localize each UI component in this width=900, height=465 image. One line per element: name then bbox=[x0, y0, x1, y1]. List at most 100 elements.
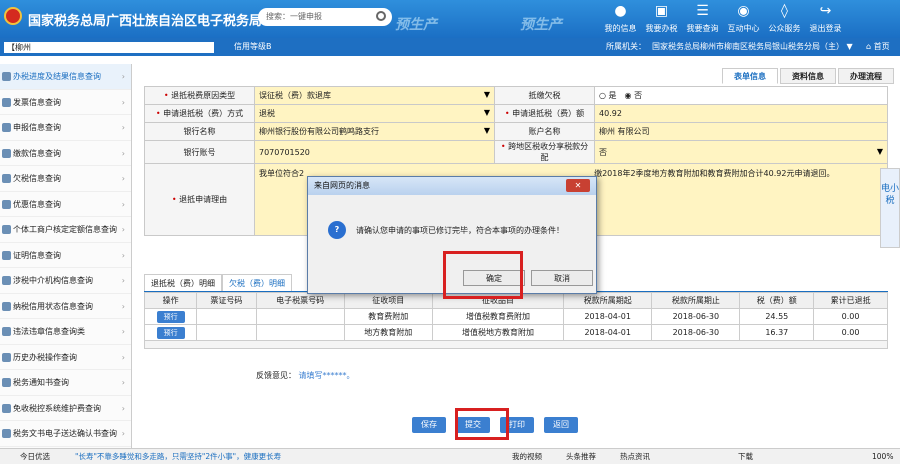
chevron-right-icon: › bbox=[121, 352, 125, 362]
dropdown-arrow-icon: ▼ bbox=[483, 126, 490, 135]
top-header: 国家税务总局广西壮族自治区电子税务局 预生产 预生产 搜索：一键申报 ● 我的信息… bbox=[0, 0, 900, 38]
emblem-icon bbox=[4, 7, 22, 25]
search-icon[interactable] bbox=[376, 11, 386, 21]
close-icon[interactable]: ✕ bbox=[566, 179, 590, 192]
chat-icon: ◉ bbox=[737, 3, 750, 19]
nav-do-tax[interactable]: ▣ 我要办税 bbox=[641, 0, 682, 38]
sidebar-item-fee-exempt[interactable]: 免收税控系统维护费查询 › bbox=[0, 396, 131, 421]
dropdown-arrow-icon: ▼ bbox=[483, 90, 490, 99]
sidebar-item-individual[interactable]: 个体工商户核定定额信息查询 › bbox=[0, 217, 131, 243]
doc-icon bbox=[2, 276, 11, 285]
sidebar-item-preferential[interactable]: 优惠信息查询 › bbox=[0, 192, 131, 217]
amount-field[interactable]: 40.92 bbox=[594, 104, 888, 123]
user-icon: ● bbox=[614, 3, 627, 19]
watermark: 预生产 bbox=[520, 17, 562, 33]
row-action-button[interactable]: 预行 bbox=[156, 326, 185, 339]
offset-radio-group[interactable]: ○ 是 ◉ 否 bbox=[594, 86, 888, 105]
sidebar-item-certificate[interactable]: 证明信息查询 › bbox=[0, 243, 131, 268]
chevron-right-icon: › bbox=[121, 72, 125, 81]
nav-public-service[interactable]: ◊ 公众服务 bbox=[764, 0, 805, 38]
table-row: 预行 教育费附加 增值税教育费附加 2018-04-01 2018-06-30 … bbox=[143, 308, 888, 325]
bank-select[interactable]: 柳州银行股份有限公司鹤鸣路支行 ▼ bbox=[254, 122, 495, 141]
search-input[interactable]: 搜索：一键申报 bbox=[258, 8, 392, 26]
site-title: 国家税务总局广西壮族自治区电子税务局 bbox=[28, 14, 263, 29]
amount-label: • 申请退抵税（费）额 bbox=[494, 104, 595, 123]
dropdown-arrow-icon: ▼ bbox=[483, 108, 490, 117]
chevron-right-icon: › bbox=[121, 276, 125, 285]
save-button[interactable]: 保存 bbox=[412, 417, 446, 433]
tab-materials[interactable]: 资料信息 bbox=[780, 68, 836, 84]
watermark: 预生产 bbox=[395, 17, 437, 33]
sidebar-item-credit[interactable]: 纳税信用状态信息查询 › bbox=[0, 294, 131, 319]
reason-label: • 退抵税费原因类型 bbox=[144, 86, 255, 105]
sidebar-item-notice[interactable]: 税务通知书查询 › bbox=[0, 370, 131, 396]
nav-query[interactable]: ☰ 我要查询 bbox=[682, 0, 723, 38]
sub-header: 【柳州 信用等级B 所属机关： 国家税务总局柳州市柳南区税务局银山税务分局（主）… bbox=[0, 38, 900, 56]
sidebar-item-invoice[interactable]: 发票信息查询 › bbox=[0, 90, 131, 115]
tab-arrears-detail[interactable]: 欠税（费）明细 bbox=[222, 274, 292, 291]
horizontal-scrollbar[interactable] bbox=[144, 341, 888, 349]
sidebar-item-payment[interactable]: 缴款信息查询 › bbox=[0, 141, 131, 166]
org-select[interactable]: 国家税务总局柳州市柳南区税务局银山税务分局（主） ▼ bbox=[652, 38, 853, 56]
chevron-right-icon: › bbox=[121, 327, 125, 336]
news-ticker[interactable]: "长寿"不靠多睡觉和多走路，只需坚持"2件小事"，健康更长寿 bbox=[75, 449, 281, 465]
table-row: 预行 地方教育附加 增值税地方教育附加 2018-04-01 2018-06-3… bbox=[143, 324, 888, 341]
sidebar-item-arrears[interactable]: 欠税信息查询 › bbox=[0, 166, 131, 192]
chevron-right-icon: › bbox=[121, 97, 125, 107]
doc-icon bbox=[2, 250, 11, 260]
my-video[interactable]: 我的视频 bbox=[512, 449, 542, 465]
cancel-button[interactable]: 取消 bbox=[531, 270, 593, 286]
chevron-right-icon: › bbox=[121, 301, 125, 311]
doc-icon bbox=[2, 352, 11, 362]
method-select[interactable]: 退税 ▼ bbox=[254, 104, 495, 123]
sidebar-item-violation[interactable]: 违法违章信息查询类 › bbox=[0, 319, 131, 345]
tab-form-info[interactable]: 表单信息 bbox=[722, 68, 778, 84]
feedback-input[interactable]: 请填写******。 bbox=[299, 371, 355, 380]
tab-process[interactable]: 办理流程 bbox=[838, 68, 894, 84]
method-label: • 申请退抵税（费）方式 bbox=[144, 104, 255, 123]
sidebar-item-e-delivery[interactable]: 税务文书电子送达确认书查询 › bbox=[0, 421, 131, 447]
layers-icon: ◊ bbox=[781, 3, 788, 19]
chevron-right-icon: › bbox=[121, 148, 125, 158]
account-name-field[interactable]: 柳州 有限公司 bbox=[594, 122, 888, 141]
cross-region-label: • 跨地区税收分享税款分配 bbox=[494, 140, 595, 164]
cross-region-select[interactable]: 否 ▼ bbox=[594, 140, 888, 164]
doc-icon bbox=[2, 327, 11, 336]
chevron-right-icon: › bbox=[121, 199, 125, 209]
sidebar-item-agency[interactable]: 涉税中介机构信息查询 › bbox=[0, 268, 131, 294]
sidebar: 办税进度及结果信息查询 › 发票信息查询 › 申报信息查询 › 缴款信息查询 › 欠税信… bbox=[0, 64, 132, 448]
nav-my-info[interactable]: ● 我的信息 bbox=[600, 0, 641, 38]
doc-icon bbox=[2, 301, 11, 311]
sidebar-item-history[interactable]: 历史办税操作查询 › bbox=[0, 345, 131, 370]
chevron-right-icon: › bbox=[121, 378, 125, 387]
account-name-label: 账户名称 bbox=[494, 122, 595, 141]
chevron-right-icon: › bbox=[121, 174, 125, 183]
home-link[interactable]: ⌂ 首页 bbox=[866, 38, 890, 56]
dropdown-arrow-icon: ▼ bbox=[876, 146, 883, 156]
chevron-right-icon: › bbox=[121, 225, 125, 234]
reason-select[interactable]: 误征税（费）款退库 ▼ bbox=[254, 86, 495, 105]
sidebar-item-progress[interactable]: 办税进度及结果信息查询 › bbox=[0, 64, 131, 90]
highlight-box bbox=[443, 251, 523, 299]
user-name: 【柳州 bbox=[4, 42, 214, 53]
offset-label: 抵缴欠税 bbox=[494, 86, 595, 105]
back-button[interactable]: 返回 bbox=[544, 417, 578, 433]
browser-status-bar: 今日优选 "长寿"不靠多睡觉和多走路，只需坚持"2件小事"，健康更长寿 我的视频… bbox=[0, 448, 900, 464]
account-no-field[interactable]: 7070701520 bbox=[254, 140, 495, 164]
doc-icon bbox=[2, 225, 11, 234]
feedback-label: 反馈意见： bbox=[256, 371, 296, 380]
row-action-button[interactable]: 预行 bbox=[156, 310, 185, 323]
nav-logout[interactable]: ↪ 退出登录 bbox=[805, 0, 846, 38]
bank-label: 银行名称 bbox=[144, 122, 255, 141]
zoom-level[interactable]: 100% bbox=[872, 449, 893, 465]
assistant-side-tab[interactable]: 电小税 bbox=[880, 168, 900, 248]
hot-news[interactable]: 热点资讯 bbox=[620, 449, 650, 465]
nav-interaction[interactable]: ◉ 互动中心 bbox=[723, 0, 764, 38]
download[interactable]: 下载 bbox=[738, 449, 753, 465]
sidebar-item-declare[interactable]: 申报信息查询 › bbox=[0, 115, 131, 141]
headline[interactable]: 头条推荐 bbox=[566, 449, 596, 465]
chevron-right-icon: › bbox=[121, 429, 125, 438]
search-doc-icon: ☰ bbox=[696, 3, 709, 19]
tab-refund-detail[interactable]: 退抵税（费）明细 bbox=[144, 274, 222, 291]
chevron-right-icon: › bbox=[121, 250, 125, 260]
